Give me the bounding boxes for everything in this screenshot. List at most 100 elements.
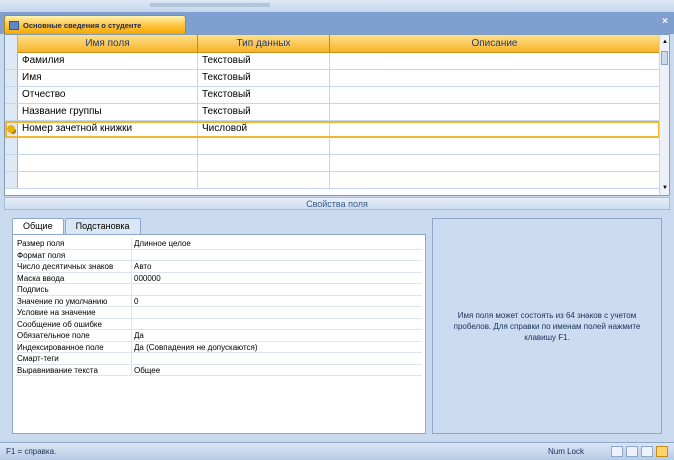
window-top-strip — [0, 0, 674, 12]
status-bar: F1 = справка. Num Lock — [0, 442, 674, 460]
field-name-cell[interactable]: Имя — [18, 70, 198, 86]
scroll-thumb[interactable] — [661, 51, 668, 65]
property-value[interactable]: Да — [132, 330, 422, 341]
design-view-icon[interactable] — [656, 446, 668, 457]
header-description[interactable]: Описание — [330, 35, 660, 53]
property-label: Число десятичных знаков — [16, 261, 132, 272]
field-name-cell[interactable] — [18, 138, 198, 154]
field-properties-panel: Общие Подстановка Размер поля Длинное цел… — [4, 212, 670, 440]
property-value[interactable] — [132, 284, 422, 295]
ghost-title — [150, 3, 270, 7]
data-type-cell[interactable]: Числовой — [198, 121, 330, 137]
table-icon — [9, 20, 19, 30]
document-tab-label: Основные сведения о студенте — [23, 20, 142, 30]
properties-table: Размер поля Длинное целое Формат поля Чис… — [12, 234, 426, 434]
property-row[interactable]: Маска ввода 000000 — [16, 272, 422, 284]
property-value[interactable]: Длинное целое — [132, 238, 422, 249]
row-selector[interactable] — [5, 138, 18, 154]
field-name-cell[interactable]: Название группы — [18, 104, 198, 120]
property-label: Индексированное поле — [16, 341, 132, 352]
property-label: Сообщение об ошибке — [16, 318, 132, 329]
field-properties-bar: Свойства поля — [4, 197, 670, 210]
table-row[interactable]: Имя Текстовый — [5, 70, 660, 87]
property-value[interactable] — [132, 319, 422, 330]
description-cell[interactable] — [330, 70, 660, 86]
row-selector[interactable] — [5, 53, 18, 69]
table-row[interactable] — [5, 155, 660, 172]
data-type-cell[interactable]: Текстовый — [198, 104, 330, 120]
data-type-cell[interactable]: Текстовый — [198, 70, 330, 86]
row-selector[interactable] — [5, 104, 18, 120]
view-switcher — [611, 446, 668, 457]
row-selector[interactable] — [5, 121, 18, 137]
pivot-chart-view-icon[interactable] — [641, 446, 653, 457]
property-help-box: Имя поля может состоять из 64 знаков с у… — [432, 218, 662, 434]
property-label: Смарт-теги — [16, 353, 132, 364]
description-cell[interactable] — [330, 138, 660, 154]
data-type-cell[interactable] — [198, 155, 330, 171]
data-type-cell[interactable]: Текстовый — [198, 87, 330, 103]
field-name-cell[interactable]: Отчество — [18, 87, 198, 103]
status-help-text: F1 = справка. — [6, 447, 57, 456]
property-value[interactable] — [132, 250, 422, 261]
property-row[interactable]: Подпись — [16, 284, 422, 296]
scroll-down-icon[interactable]: ▼ — [662, 185, 668, 191]
table-row-selected[interactable]: Номер зачетной книжки Числовой — [5, 121, 660, 138]
property-value[interactable] — [132, 353, 422, 364]
property-row[interactable]: Размер поля Длинное целое — [16, 238, 422, 250]
row-selector[interactable] — [5, 172, 18, 188]
tab-general[interactable]: Общие — [12, 218, 64, 235]
tab-lookup[interactable]: Подстановка — [64, 218, 141, 234]
document-tab-bar: Основные сведения о студенте × — [0, 12, 674, 34]
header-data-type[interactable]: Тип данных — [198, 35, 330, 53]
property-row[interactable]: Смарт-теги — [16, 353, 422, 365]
property-value[interactable]: Авто — [132, 261, 422, 272]
description-cell[interactable] — [330, 155, 660, 171]
close-icon[interactable]: × — [662, 16, 668, 27]
grid-header: Имя поля Тип данных Описание — [5, 35, 660, 53]
property-row[interactable]: Условие на значение — [16, 307, 422, 319]
property-help-text: Имя поля может состоять из 64 знаков с у… — [453, 310, 641, 342]
field-name-cell[interactable] — [18, 172, 198, 188]
property-row[interactable]: Число десятичных знаков Авто — [16, 261, 422, 273]
property-value[interactable] — [132, 307, 422, 318]
document-tab[interactable]: Основные сведения о студенте — [4, 15, 186, 34]
data-type-cell[interactable] — [198, 138, 330, 154]
field-name-cell[interactable]: Фамилия — [18, 53, 198, 69]
property-row[interactable]: Выравнивание текста Общее — [16, 364, 422, 376]
property-row[interactable]: Индексированное поле Да (Совпадения не до… — [16, 341, 422, 353]
property-row[interactable]: Сообщение об ошибке — [16, 318, 422, 330]
datasheet-view-icon[interactable] — [611, 446, 623, 457]
table-row[interactable] — [5, 138, 660, 155]
property-value[interactable]: 000000 — [132, 273, 422, 284]
field-grid: Имя поля Тип данных Описание Фамилия Текс… — [4, 34, 670, 196]
field-name-cell[interactable] — [18, 155, 198, 171]
scroll-up-icon[interactable]: ▲ — [662, 39, 668, 45]
description-cell[interactable] — [330, 121, 660, 137]
row-selector[interactable] — [5, 70, 18, 86]
field-name-cell[interactable]: Номер зачетной книжки — [18, 121, 198, 137]
description-cell[interactable] — [330, 53, 660, 69]
grid-scrollbar[interactable]: ▲ ▼ — [659, 35, 669, 195]
property-value[interactable]: 0 — [132, 296, 422, 307]
property-row[interactable]: Обязательное поле Да — [16, 330, 422, 342]
table-row[interactable]: Фамилия Текстовый — [5, 53, 660, 70]
row-selector[interactable] — [5, 87, 18, 103]
data-type-cell[interactable] — [198, 172, 330, 188]
description-cell[interactable] — [330, 104, 660, 120]
pivot-table-view-icon[interactable] — [626, 446, 638, 457]
header-selector[interactable] — [5, 35, 18, 53]
description-cell[interactable] — [330, 87, 660, 103]
table-row[interactable] — [5, 172, 660, 189]
property-label: Размер поля — [16, 238, 132, 249]
description-cell[interactable] — [330, 172, 660, 188]
property-row[interactable]: Значение по умолчанию 0 — [16, 295, 422, 307]
property-value[interactable]: Общее — [132, 365, 422, 376]
table-row[interactable]: Название группы Текстовый — [5, 104, 660, 121]
property-value[interactable]: Да (Совпадения не допускаются) — [132, 342, 422, 353]
data-type-cell[interactable]: Текстовый — [198, 53, 330, 69]
header-field-name[interactable]: Имя поля — [18, 35, 198, 53]
table-row[interactable]: Отчество Текстовый — [5, 87, 660, 104]
property-row[interactable]: Формат поля — [16, 249, 422, 261]
row-selector[interactable] — [5, 155, 18, 171]
